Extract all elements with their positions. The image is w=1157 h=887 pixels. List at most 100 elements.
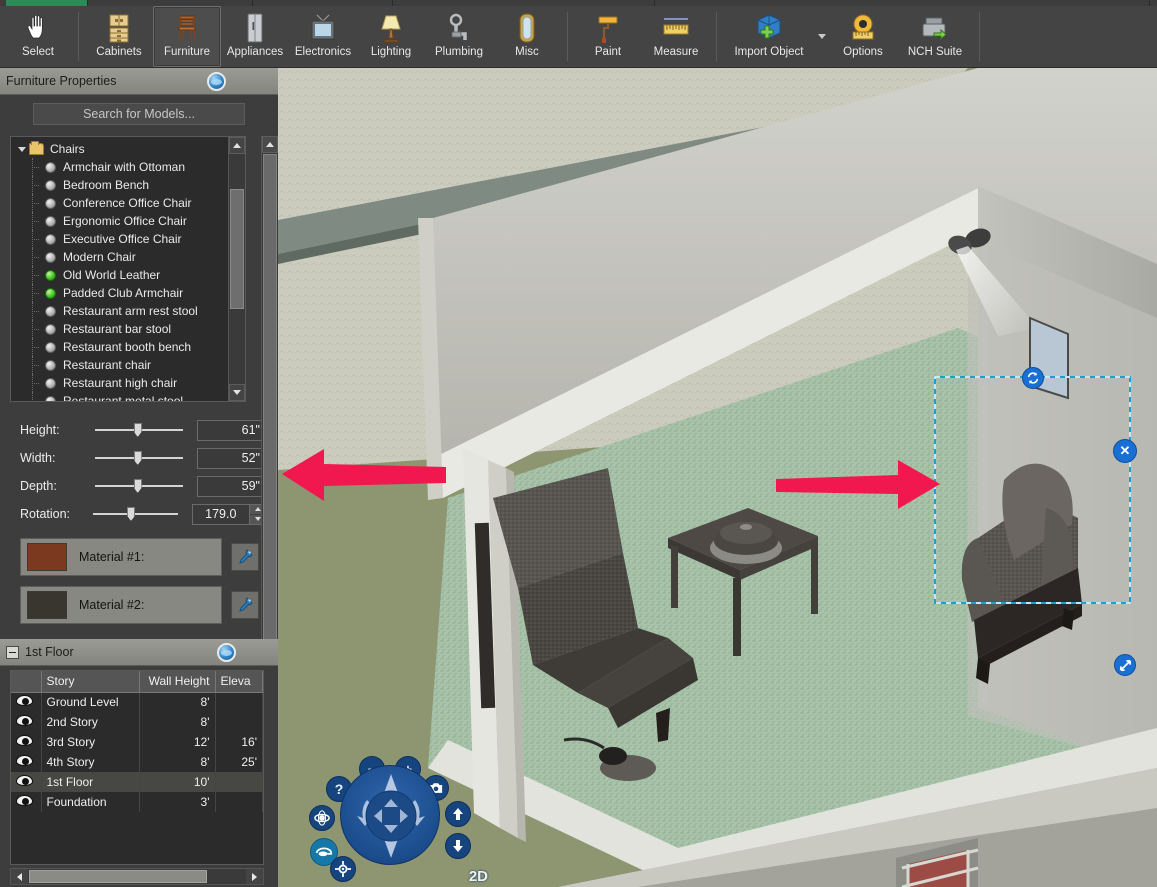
visibility-cell[interactable] bbox=[11, 772, 42, 792]
eyedropper-icon[interactable] bbox=[231, 543, 259, 571]
toolbar-button-paint[interactable]: Paint bbox=[574, 6, 642, 67]
model-status-dot bbox=[45, 287, 56, 299]
rotation-field[interactable]: 179.0 bbox=[191, 503, 250, 525]
eye-icon[interactable] bbox=[16, 775, 33, 786]
width-field[interactable]: 52" bbox=[196, 447, 268, 469]
tree-item[interactable]: Modern Chair bbox=[15, 248, 228, 266]
mode-2d-button[interactable]: 2D bbox=[469, 868, 488, 885]
material-2-bar[interactable]: Material #2: bbox=[20, 586, 222, 624]
eyedropper-icon[interactable] bbox=[231, 591, 259, 619]
col-wall-height[interactable]: Wall Height bbox=[139, 671, 216, 693]
scrollbar-thumb[interactable] bbox=[263, 154, 277, 674]
search-input[interactable]: Search for Models... bbox=[33, 103, 245, 125]
story-table-horizontal-scrollbar[interactable] bbox=[10, 868, 264, 885]
toolbar-button-lighting[interactable]: Lighting bbox=[357, 6, 425, 67]
toolbar-label: Misc bbox=[515, 46, 539, 58]
height-slider[interactable] bbox=[95, 423, 183, 437]
scroll-up-icon[interactable] bbox=[262, 136, 278, 153]
move-up-icon[interactable] bbox=[445, 801, 471, 827]
eye-icon[interactable] bbox=[16, 755, 33, 766]
import-object-dropdown-caret[interactable] bbox=[815, 6, 829, 67]
col-visibility[interactable] bbox=[11, 671, 42, 693]
toolbar-button-plumbing[interactable]: Plumbing bbox=[425, 6, 493, 67]
eye-icon[interactable] bbox=[16, 695, 33, 707]
tree-item[interactable]: Restaurant high chair bbox=[15, 374, 228, 392]
width-slider[interactable] bbox=[95, 451, 183, 465]
story-table[interactable]: Story Wall Height Eleva Ground Level 8' bbox=[10, 670, 264, 865]
table-row[interactable]: 1st Floor 10' bbox=[11, 772, 263, 792]
tree-item[interactable]: Executive Office Chair bbox=[15, 230, 228, 248]
panel-vertical-scrollbar[interactable] bbox=[261, 136, 278, 700]
scrollbar-thumb[interactable] bbox=[29, 870, 207, 883]
visibility-cell[interactable] bbox=[11, 752, 42, 772]
eye-icon[interactable] bbox=[16, 735, 33, 746]
table-row[interactable]: Ground Level 8' bbox=[11, 692, 263, 712]
material-1-bar[interactable]: Material #1: bbox=[20, 538, 222, 576]
toolbar-button-select[interactable]: Select bbox=[4, 6, 72, 67]
tree-item[interactable]: Armchair with Ottoman bbox=[15, 158, 228, 176]
tree-item[interactable]: Restaurant bar stool bbox=[15, 320, 228, 338]
tree-vertical-scrollbar[interactable] bbox=[228, 137, 245, 401]
toolbar-button-electronics[interactable]: Electronics bbox=[289, 6, 357, 67]
toolbar-button-appliances[interactable]: Appliances bbox=[221, 6, 289, 67]
3d-viewport[interactable]: ✕ − + ? 2D bbox=[278, 68, 1157, 887]
toolbar-button-nch-suite[interactable]: NCH Suite bbox=[897, 6, 973, 67]
pan-orbit-wheel[interactable] bbox=[340, 765, 440, 865]
ruler-icon bbox=[653, 11, 699, 45]
toolbar-button-import-object[interactable]: Import Object bbox=[723, 6, 815, 67]
depth-field[interactable]: 59" bbox=[196, 475, 268, 497]
tree-item[interactable]: Bedroom Bench bbox=[15, 176, 228, 194]
visibility-cell[interactable] bbox=[11, 692, 42, 712]
chevron-down-icon[interactable] bbox=[15, 146, 29, 152]
model-tree[interactable]: Chairs Armchair with Ottoman Bedroom Ben… bbox=[10, 136, 246, 402]
tree-item[interactable]: Restaurant arm rest stool bbox=[15, 302, 228, 320]
material-2-swatch[interactable] bbox=[27, 591, 67, 619]
depth-slider[interactable] bbox=[95, 479, 183, 493]
tree-item-label: Restaurant booth bench bbox=[63, 340, 192, 354]
col-elevation[interactable]: Eleva bbox=[215, 671, 263, 693]
toolbar-button-options[interactable]: Options bbox=[829, 6, 897, 67]
toolbar-button-cabinets[interactable]: Cabinets bbox=[85, 6, 153, 67]
resize-icon[interactable] bbox=[1114, 654, 1136, 676]
toolbar-button-furniture[interactable]: Furniture bbox=[153, 6, 221, 67]
col-story[interactable]: Story bbox=[41, 671, 140, 693]
tree-item[interactable]: Old World Leather bbox=[15, 266, 228, 284]
tree-item-label: Padded Club Armchair bbox=[63, 286, 184, 300]
table-row[interactable]: 3rd Story 12' 16' bbox=[11, 732, 263, 752]
scrollbar-thumb[interactable] bbox=[230, 189, 244, 309]
scroll-left-icon[interactable] bbox=[11, 869, 28, 884]
tree-folder-chairs[interactable]: Chairs bbox=[15, 140, 228, 158]
scroll-right-icon[interactable] bbox=[246, 869, 263, 884]
table-row[interactable]: 4th Story 8' 25' bbox=[11, 752, 263, 772]
web-search-icon[interactable] bbox=[207, 72, 226, 91]
table-row[interactable]: Foundation 3' bbox=[11, 792, 263, 812]
height-field[interactable]: 61" bbox=[196, 419, 268, 441]
visibility-cell[interactable] bbox=[11, 732, 42, 752]
tree-item[interactable]: Ergonomic Office Chair bbox=[15, 212, 228, 230]
move-down-icon[interactable] bbox=[445, 833, 471, 859]
collapse-icon[interactable] bbox=[6, 645, 19, 659]
wall-height-cell: 3' bbox=[139, 792, 216, 812]
object-properties: Height: 61" Width: 52" Depth: 59" Rotati… bbox=[10, 402, 269, 624]
visibility-cell[interactable] bbox=[11, 712, 42, 732]
tree-item[interactable]: Conference Office Chair bbox=[15, 194, 228, 212]
rotate-icon[interactable] bbox=[1022, 367, 1044, 389]
tree-item[interactable]: Restaurant chair bbox=[15, 356, 228, 374]
navigation-control[interactable]: − + ? 2D bbox=[300, 743, 490, 885]
tree-item[interactable]: Restaurant booth bench bbox=[15, 338, 228, 356]
toolbar-button-misc[interactable]: Misc bbox=[493, 6, 561, 67]
rotation-slider[interactable] bbox=[93, 507, 178, 521]
orbit-icon[interactable] bbox=[309, 805, 335, 831]
visibility-cell[interactable] bbox=[11, 792, 42, 812]
eye-icon[interactable] bbox=[16, 715, 33, 726]
table-row[interactable]: 2nd Story 8' bbox=[11, 712, 263, 732]
tree-item[interactable]: Padded Club Armchair bbox=[15, 284, 228, 302]
material-1-swatch[interactable] bbox=[27, 543, 67, 571]
scroll-up-icon[interactable] bbox=[229, 137, 245, 154]
web-search-icon[interactable] bbox=[217, 643, 236, 662]
tree-item[interactable]: Restaurant metal stool bbox=[15, 392, 228, 401]
toolbar-button-measure[interactable]: Measure bbox=[642, 6, 710, 67]
close-icon[interactable]: ✕ bbox=[1113, 439, 1137, 463]
eye-icon[interactable] bbox=[16, 795, 33, 806]
scroll-down-icon[interactable] bbox=[229, 384, 245, 401]
